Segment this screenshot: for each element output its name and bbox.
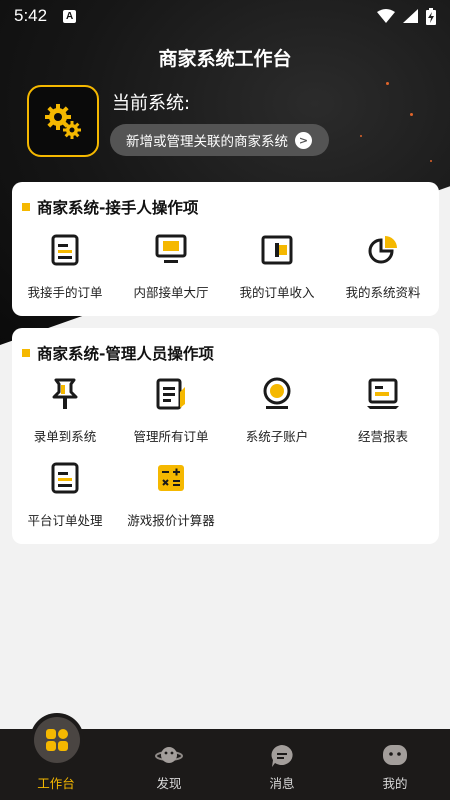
section-title: 商家系统-接手人操作项: [22, 196, 198, 218]
grid-item-price-calculator[interactable]: 游戏报价计算器: [118, 460, 224, 529]
signal-icon: [403, 9, 418, 23]
workspace-icon: [46, 729, 68, 751]
tab-discover[interactable]: 发现: [113, 729, 225, 800]
grid-item-record-order[interactable]: 录单到系统: [12, 376, 118, 445]
spark-decoration: [410, 113, 413, 116]
manage-systems-label: 新增或管理关联的商家系统: [126, 134, 288, 150]
pie-chart-icon: [368, 236, 397, 264]
tab-label: 消息: [269, 776, 295, 791]
receiver-operations-card: 商家系统-接手人操作项 我接手的订单 内部接单大厅 我的订单收入 我的系统资料: [12, 182, 439, 316]
tab-label: 发现: [156, 776, 182, 791]
status-time: 5:42: [14, 6, 48, 25]
tab-label: 我的: [382, 776, 408, 791]
tab-label: 工作台: [37, 776, 75, 791]
active-tab-bubble[interactable]: [30, 713, 84, 767]
user-coin-icon: [263, 377, 291, 409]
status-bar: 5:42 A: [0, 0, 450, 32]
calculator-icon: [158, 465, 184, 491]
document-icon: [51, 234, 79, 266]
pin-icon: [52, 378, 78, 409]
grid-item-order-hall[interactable]: 内部接单大厅: [118, 232, 224, 301]
grid-item-platform-orders[interactable]: 平台订单处理: [12, 460, 118, 529]
spark-decoration: [360, 135, 362, 137]
grid-item-sub-accounts[interactable]: 系统子账户: [224, 376, 330, 445]
system-logo[interactable]: [27, 85, 99, 157]
current-system-label: 当前系统:: [112, 93, 191, 114]
gears-icon: [45, 104, 81, 139]
wifi-icon: [377, 9, 395, 23]
chevron-right-icon: >: [295, 131, 312, 149]
section-marker-icon: [22, 349, 30, 357]
planet-icon: [155, 747, 183, 763]
tab-messages[interactable]: 消息: [226, 729, 338, 800]
battery-icon: [426, 7, 436, 25]
report-icon: [367, 378, 399, 409]
edit-document-icon: [156, 378, 185, 410]
manager-operations-card: 商家系统-管理人员操作项 录单到系统 管理所有订单 系统子账户 经营报表 平台订…: [12, 328, 439, 544]
grid-item-my-orders[interactable]: 我接手的订单: [12, 232, 118, 301]
wallet-icon: [261, 235, 293, 265]
page-title: 商家系统工作台: [158, 48, 292, 70]
chat-icon: [271, 745, 293, 767]
spark-decoration: [386, 82, 389, 85]
grid-item-system-profile[interactable]: 我的系统资料: [330, 232, 436, 301]
grid-item-order-income[interactable]: 我的订单收入: [224, 232, 330, 301]
section-title: 商家系统-管理人员操作项: [22, 342, 214, 364]
notification-badge-icon: A: [63, 9, 77, 23]
section-marker-icon: [22, 203, 30, 211]
spark-decoration: [430, 160, 432, 162]
manage-systems-button[interactable]: 新增或管理关联的商家系统 >: [110, 124, 329, 156]
grid-item-manage-orders[interactable]: 管理所有订单: [118, 376, 224, 445]
tab-profile[interactable]: 我的: [339, 729, 450, 800]
profile-icon: [383, 745, 407, 765]
grid-item-business-report[interactable]: 经营报表: [330, 376, 436, 445]
monitor-icon: [155, 234, 187, 263]
document-icon: [51, 462, 79, 494]
